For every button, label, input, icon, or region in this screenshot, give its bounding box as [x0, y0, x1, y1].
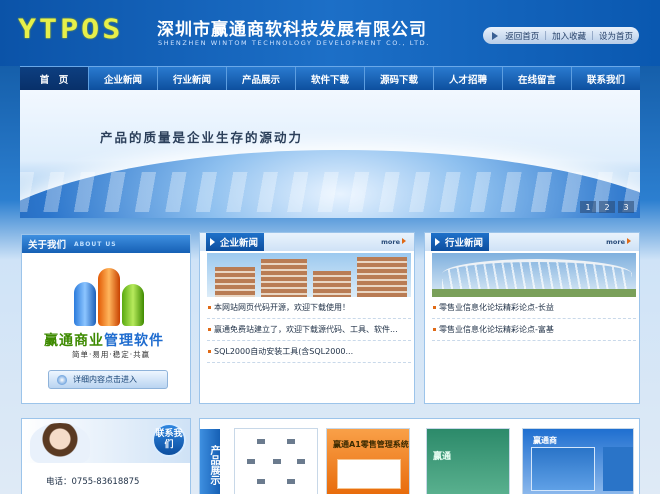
nav-industry-news[interactable]: 行业新闻 [158, 67, 227, 90]
orange-bar [98, 268, 120, 326]
industry-news-title: 行业新闻 [445, 238, 484, 249]
banner-page-1[interactable]: 1 [580, 201, 596, 213]
product-thumb-heading: 赢通商 [533, 436, 557, 445]
support-agent-image [30, 423, 90, 463]
nav-software-download[interactable]: 软件下载 [296, 67, 365, 90]
site-header: YTPOS 深圳市赢通商软科技发展有限公司 SHENZHEN WINTOM TE… [0, 0, 660, 66]
nav-guestbook[interactable]: 在线留言 [503, 67, 572, 90]
industry-news-title-bar: 行业新闻 more [425, 233, 639, 251]
stadium-grass [432, 289, 636, 297]
product-name-green: 赢通商业 [44, 333, 104, 349]
contact-panel: 联系我们 电话：0755-83618875 [21, 418, 191, 494]
network-node-icon [247, 459, 255, 464]
network-node-icon [287, 479, 295, 484]
list-item[interactable]: 本网站网页代码开源，欢迎下载使用！ [207, 297, 411, 319]
building-photo [207, 253, 411, 297]
detail-button-label: 详细内容点击进入 [73, 375, 137, 384]
green-bar [122, 284, 144, 326]
product-name-blue: 管理软件 [104, 333, 164, 349]
products-panel: 产品展示 赢通A1零售管理系统 赢通 赢通商 [199, 418, 640, 494]
set-homepage-link[interactable]: 设为首页 [599, 30, 633, 42]
network-node-icon [287, 439, 295, 444]
company-news-list: 本网站网页代码开源，欢迎下载使用！ 赢通免费站建立了，欢迎下载源代码、工具、软件… [207, 297, 411, 363]
blue-bar [74, 282, 96, 326]
globe-icon [57, 374, 67, 385]
banner-page-3[interactable]: 3 [618, 201, 634, 213]
top-links: 返回首页 | 加入收藏 | 设为首页 [483, 27, 639, 44]
about-subtitle: ABOUT US [74, 240, 117, 248]
separator: | [544, 30, 548, 41]
product-thumb-heading: 赢通A1零售管理系统 [333, 440, 409, 449]
arrow-icon [435, 238, 440, 246]
network-node-icon [297, 459, 305, 464]
product-features: 简单·易用·稳定·共赢 [72, 350, 151, 359]
product-logo-image[interactable]: 赢通商业管理软件 简单·易用·稳定·共赢 [40, 262, 182, 360]
hero-banner: 产品的质量是企业生存的源动力 1 2 3 [20, 90, 640, 218]
industry-news-list: 零售业信息化论坛精彩论点-长益 零售业信息化论坛精彩论点-富基 [432, 297, 636, 341]
company-news-tab: 企业新闻 [206, 233, 265, 251]
nav-products[interactable]: 产品展示 [227, 67, 296, 90]
product-thumb-network[interactable] [234, 428, 318, 494]
banner-slogan: 产品的质量是企业生存的源动力 [100, 130, 304, 145]
nav-recruitment[interactable]: 人才招聘 [434, 67, 503, 90]
list-item[interactable]: SQL2000自动安装工具(含SQL2000... [207, 341, 411, 363]
list-item[interactable]: 赢通免费站建立了，欢迎下载源代码、工具、软件... [207, 319, 411, 341]
product-screenshot [603, 447, 633, 491]
product-thumb-heading: 赢通 [433, 452, 452, 462]
contact-badge[interactable]: 联系我们 [152, 423, 186, 457]
bar-graphic-icon [74, 266, 144, 326]
contact-phone: 电话：0755-83618875 [46, 477, 140, 487]
product-thumb-blue[interactable]: 赢通商 [522, 428, 634, 494]
company-name-en: SHENZHEN WINTOM TECHNOLOGY DEVELOPMENT C… [158, 39, 430, 47]
nav-home[interactable]: 首 页 [20, 67, 89, 90]
about-title: 关于我们 [28, 240, 67, 251]
product-thumb-green[interactable]: 赢通 [426, 428, 510, 494]
about-panel: 关于我们 ABOUT US 赢通商业管理软件 简单·易用·稳定·共赢 详细内容点… [21, 234, 191, 404]
company-news-title-bar: 企业新闻 more [200, 233, 414, 251]
network-node-icon [257, 479, 265, 484]
industry-news-tab: 行业新闻 [431, 233, 490, 251]
building [261, 259, 307, 297]
industry-news-more-link[interactable]: more [606, 238, 631, 246]
products-title: 产品展示 [200, 429, 220, 494]
play-icon [492, 31, 499, 40]
banner-page-2[interactable]: 2 [599, 201, 615, 213]
company-news-title: 企业新闻 [220, 238, 259, 249]
list-item[interactable]: 零售业信息化论坛精彩论点-长益 [432, 297, 636, 319]
detail-button[interactable]: 详细内容点击进入 [48, 370, 168, 389]
cloud-layer [20, 172, 640, 212]
company-name-cn: 深圳市赢通商软科技发展有限公司 [157, 20, 427, 40]
stadium-photo [432, 253, 636, 297]
network-node-icon [257, 439, 265, 444]
list-item[interactable]: 零售业信息化论坛精彩论点-富基 [432, 319, 636, 341]
home-link[interactable]: 返回首页 [505, 30, 539, 42]
nav-source-download[interactable]: 源码下载 [365, 67, 434, 90]
network-node-icon [273, 459, 281, 464]
stadium-roof [442, 259, 632, 289]
nav-contact[interactable]: 联系我们 [572, 67, 640, 90]
separator: | [591, 30, 594, 41]
add-favorite-link[interactable]: 加入收藏 [552, 30, 586, 42]
building [357, 257, 407, 297]
building [215, 267, 255, 297]
main-nav: 首 页 企业新闻 行业新闻 产品展示 软件下载 源码下载 人才招聘 在线留言 联… [20, 66, 640, 90]
arrow-icon [210, 238, 215, 246]
product-screenshot [337, 459, 401, 489]
nav-company-news[interactable]: 企业新闻 [89, 67, 158, 90]
building [313, 271, 351, 297]
product-name: 赢通商业管理软件 [44, 330, 164, 350]
company-news-more-link[interactable]: more [381, 238, 406, 246]
about-title-bar: 关于我们 ABOUT US [22, 235, 190, 253]
product-thumb-retail[interactable]: 赢通A1零售管理系统 [326, 428, 410, 494]
site-logo[interactable]: YTPOS [18, 14, 123, 46]
product-screenshot [531, 447, 595, 491]
industry-news-panel: 行业新闻 more 零售业信息化论坛精彩论点-长益 零售业信息化论坛精彩论点-富… [424, 232, 640, 404]
banner-pager: 1 2 3 [580, 201, 634, 213]
company-news-panel: 企业新闻 more 本网站网页代码开源，欢迎下载使用！ 赢通免费站建立了，欢迎下… [199, 232, 415, 404]
